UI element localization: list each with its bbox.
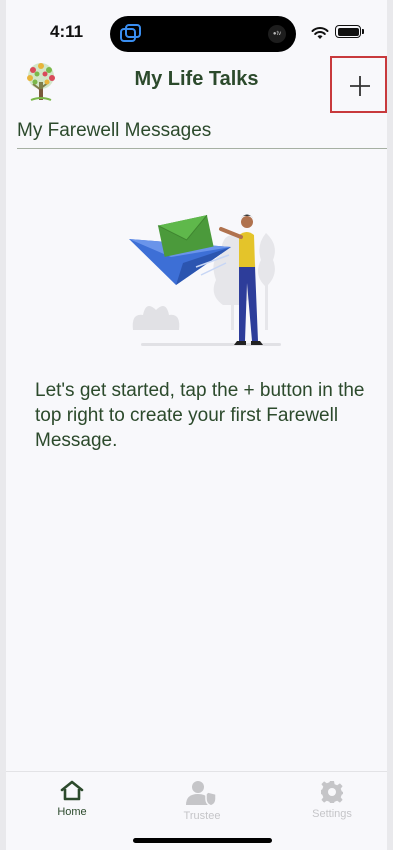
section-title: My Farewell Messages xyxy=(17,120,212,141)
empty-state-message: Let's get started, tap the + button in t… xyxy=(35,380,365,451)
plus-icon xyxy=(350,76,370,96)
tab-settings-label: Settings xyxy=(312,808,352,820)
battery-tip xyxy=(362,29,364,34)
screen-share-icon xyxy=(120,24,141,42)
tab-settings[interactable]: Settings xyxy=(292,780,372,820)
tv-badge: ●tv xyxy=(268,25,286,43)
tab-trustee-label: Trustee xyxy=(183,810,221,822)
dynamic-island: ●tv xyxy=(110,16,296,52)
gear-icon xyxy=(321,781,343,803)
battery-icon xyxy=(335,25,361,38)
status-time: 4:11 xyxy=(50,22,84,41)
home-icon xyxy=(60,780,84,801)
section-divider xyxy=(17,148,387,149)
tab-trustee[interactable]: Trustee xyxy=(162,780,242,822)
trustee-icon xyxy=(186,781,217,806)
status-bar: 4:11 ●tv xyxy=(6,0,387,60)
battery-level xyxy=(337,27,359,36)
empty-state-illustration xyxy=(129,214,281,346)
app-header: My Life Talks xyxy=(6,56,387,113)
tab-home-label: Home xyxy=(57,806,87,818)
tab-home[interactable]: Home xyxy=(32,780,112,818)
app-screen: 4:11 ●tv My Life Talks My Farewell Messa… xyxy=(6,0,387,850)
wifi-icon xyxy=(311,27,329,39)
add-message-button[interactable] xyxy=(330,56,387,113)
home-indicator xyxy=(133,838,272,843)
